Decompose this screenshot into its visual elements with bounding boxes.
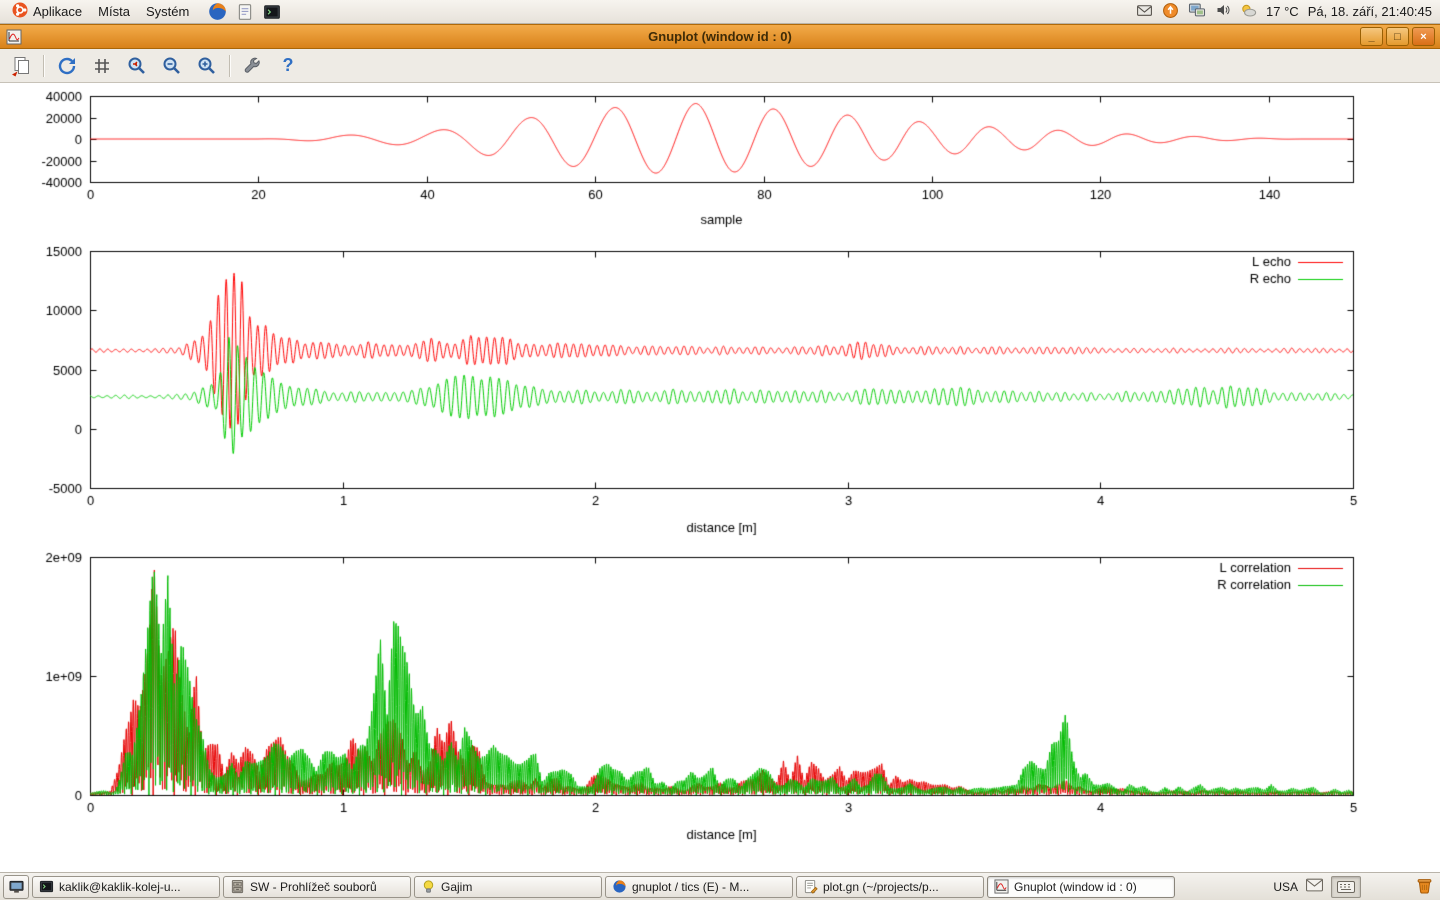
task-gnuplot[interactable]: Gnuplot (window id : 0) [987, 876, 1175, 898]
gajim-icon [421, 879, 436, 894]
minimize-button[interactable]: _ [1360, 27, 1383, 46]
terminal-launcher-icon[interactable] [263, 3, 281, 21]
system-menu-label: Systém [146, 4, 189, 19]
replot-button[interactable] [54, 53, 80, 79]
task-label: SW - Prohlížeč souborů [250, 880, 377, 894]
mail-icon[interactable] [1306, 878, 1323, 895]
text-editor-icon [803, 879, 818, 894]
terminal-icon [39, 879, 54, 894]
applications-menu-label: Aplikace [33, 4, 82, 19]
help-button[interactable]: ? [275, 53, 301, 79]
task-label: kaklik@kaklik-kolej-u... [59, 880, 181, 894]
echo-signals-plot[interactable] [0, 242, 1440, 542]
mail-notification-icon[interactable] [1136, 2, 1153, 22]
task-gajim[interactable]: Gajim [414, 876, 602, 898]
gnuplot-icon [994, 879, 1009, 894]
document-launcher-icon[interactable] [236, 3, 254, 21]
distributor-logo-icon [12, 2, 28, 21]
restore-button[interactable]: □ [1386, 27, 1409, 46]
close-button[interactable]: × [1412, 27, 1435, 46]
window-controls: _ □ × [1360, 27, 1435, 46]
task-label: Gnuplot (window id : 0) [1014, 880, 1137, 894]
places-menu[interactable]: Místa [91, 2, 137, 21]
gnuplot-canvas-area [0, 84, 1440, 872]
correlation-plot[interactable] [0, 548, 1440, 848]
top-panel: Aplikace Místa Systém [0, 0, 1440, 24]
toolbar-separator [229, 55, 231, 77]
bottom-panel: kaklik@kaklik-kolej-u... SW - Prohlížeč … [0, 872, 1440, 900]
trash-icon[interactable] [1415, 876, 1434, 898]
zoom-in-button[interactable] [194, 53, 220, 79]
display-settings-icon[interactable] [1188, 3, 1206, 21]
file-manager-icon [230, 879, 245, 894]
taskbar-tray: USA [1273, 876, 1437, 898]
task-label: gnuplot / tics (E) - M... [632, 880, 749, 894]
zoom-out-button[interactable] [159, 53, 185, 79]
system-menu[interactable]: Systém [139, 2, 196, 21]
keyboard-indicator-button[interactable] [1331, 876, 1361, 898]
zoom-previous-button[interactable] [124, 53, 150, 79]
clock-applet[interactable]: Pá, 18. září, 21:40:45 [1308, 4, 1432, 19]
copy-to-clipboard-button[interactable] [8, 53, 34, 79]
keyboard-layout-indicator[interactable]: USA [1273, 880, 1298, 894]
show-desktop-button[interactable] [3, 875, 29, 899]
toolbar-separator [43, 55, 45, 77]
firefox-icon [612, 879, 627, 894]
task-label: plot.gn (~/projects/p... [823, 880, 939, 894]
system-tray: 17 °C Pá, 18. září, 21:40:45 [1136, 2, 1435, 22]
firefox-launcher-icon[interactable] [208, 2, 227, 21]
weather-icon[interactable] [1240, 2, 1257, 22]
temperature-indicator[interactable]: 17 °C [1266, 4, 1299, 19]
gnuplot-toolbar: ? [0, 49, 1440, 83]
desktop: Aplikace Místa Systém [0, 0, 1440, 900]
update-notifier-icon[interactable] [1162, 2, 1179, 22]
applications-menu[interactable]: Aplikace [5, 0, 89, 23]
window-titlebar[interactable]: Gnuplot (window id : 0) _ □ × [0, 24, 1440, 49]
task-firefox[interactable]: gnuplot / tics (E) - M... [605, 876, 793, 898]
keyboard-icon [1337, 881, 1355, 893]
task-terminal[interactable]: kaklik@kaklik-kolej-u... [32, 876, 220, 898]
help-question-icon: ? [283, 55, 294, 76]
task-file-browser[interactable]: SW - Prohlížeč souborů [223, 876, 411, 898]
task-text-editor[interactable]: plot.gn (~/projects/p... [796, 876, 984, 898]
places-menu-label: Místa [98, 4, 130, 19]
window-title: Gnuplot (window id : 0) [0, 29, 1440, 44]
chirp-signal-plot[interactable] [0, 84, 1440, 234]
gnuplot-window-icon [6, 29, 22, 45]
configure-button[interactable] [240, 53, 266, 79]
task-label: Gajim [441, 880, 472, 894]
panel-launchers [208, 2, 281, 21]
toggle-grid-button[interactable] [89, 53, 115, 79]
volume-icon[interactable] [1215, 2, 1231, 21]
